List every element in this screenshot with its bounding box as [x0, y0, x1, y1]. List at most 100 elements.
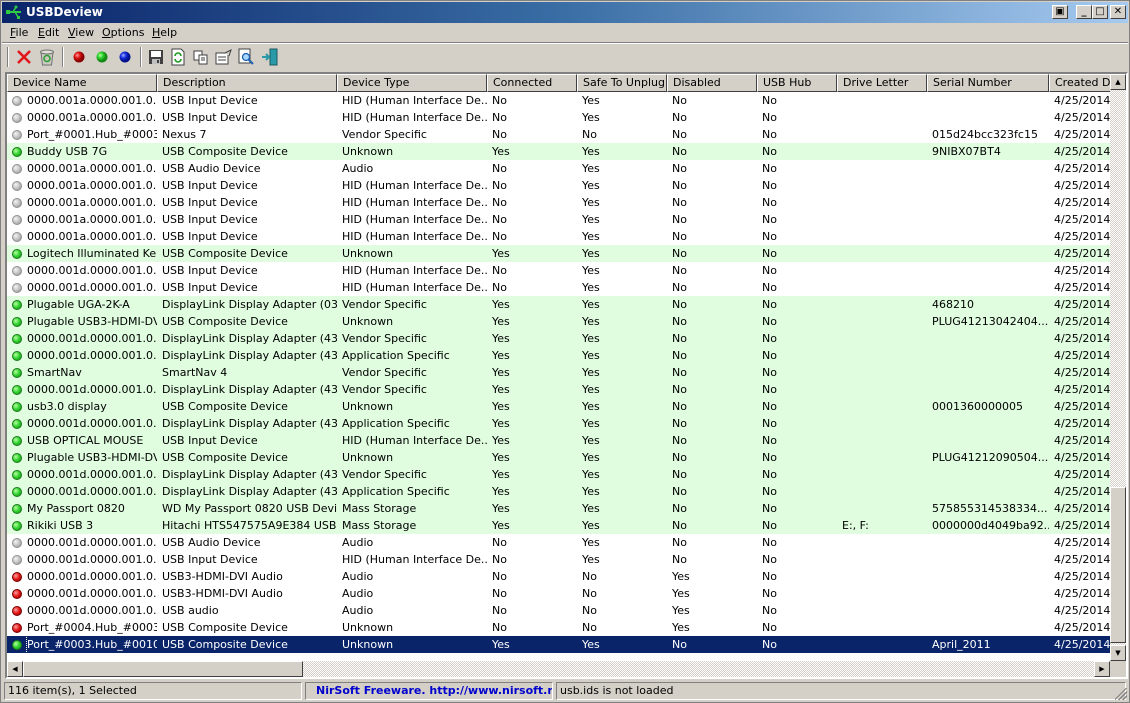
device-list[interactable]: Device Name Description Device Type Conn… — [5, 72, 1128, 679]
column-header-usb-hub[interactable]: USB Hub — [757, 74, 837, 92]
status-green-dot-icon — [12, 333, 22, 344]
table-row[interactable]: 0000.001a.0000.001.0... USB Input Device H… — [7, 228, 1110, 245]
table-row[interactable]: 0000.001a.0000.001.0... USB Input Device H… — [7, 211, 1110, 228]
table-row[interactable]: Port_#0001.Hub_#0003 Nexus 7 Vendor Specif… — [7, 126, 1110, 143]
table-row[interactable]: Logitech Illuminated Ke... USB Composite … — [7, 245, 1110, 262]
nirsoft-link[interactable]: NirSoft Freeware. http://www.nirsoft.net — [305, 682, 553, 700]
menu-help[interactable]: Help — [152, 26, 177, 39]
column-header-device-type[interactable]: Device Type — [337, 74, 487, 92]
table-row[interactable]: Plugable UGA-2K-A DisplayLink Display Ada… — [7, 296, 1110, 313]
cell-serial-number: 015d24bcc323fc15 — [932, 128, 1038, 141]
refresh-button[interactable] — [167, 46, 189, 68]
cell-safe-to-unplug: Yes — [582, 196, 600, 209]
table-row[interactable]: 0000.001a.0000.001.0... USB Input Device H… — [7, 109, 1110, 126]
menu-edit[interactable]: Edit — [38, 26, 59, 39]
disconnect-button[interactable] — [13, 46, 35, 68]
extra-window-button[interactable]: ▣ — [1052, 5, 1068, 19]
cell-drive-letter — [837, 228, 927, 245]
table-row[interactable]: usb3.0 display USB Composite Device Unknow… — [7, 398, 1110, 415]
exit-button[interactable] — [259, 46, 281, 68]
copy-button[interactable] — [190, 46, 212, 68]
cell-usb-hub: No — [762, 298, 777, 311]
cell-drive-letter — [837, 398, 927, 415]
table-row[interactable]: Plugable USB3-HDMI-DVI USB Composite Devi… — [7, 449, 1110, 466]
cell-created-date: 4/25/2014 3 — [1054, 247, 1110, 260]
close-button[interactable]: ✕ — [1110, 5, 1126, 19]
status-gray-dot-icon — [12, 537, 22, 548]
table-row[interactable]: Rikiki USB 3 Hitachi HTS547575A9E384 USB … — [7, 517, 1110, 534]
column-header-device-name[interactable]: Device Name — [7, 74, 157, 92]
cell-drive-letter — [837, 279, 927, 296]
cell-disabled: No — [672, 230, 687, 243]
column-header-description[interactable]: Description — [157, 74, 337, 92]
resize-grip-icon[interactable] — [1115, 688, 1127, 700]
table-row[interactable]: 0000.001d.0000.001.0... USB Input Device H… — [7, 551, 1110, 568]
table-row[interactable]: 0000.001d.0000.001.0... USB Input Device H… — [7, 279, 1110, 296]
toggle-devices-button[interactable] — [114, 46, 136, 68]
table-row[interactable]: 0000.001a.0000.001.0... USB Input Device H… — [7, 92, 1110, 109]
cell-safe-to-unplug: Yes — [582, 349, 600, 362]
status-green-dot-icon — [12, 452, 22, 463]
menu-help-label: elp — [160, 26, 178, 39]
status-green-dot-icon — [12, 146, 22, 157]
column-header-drive-letter[interactable]: Drive Letter — [837, 74, 927, 92]
properties-button[interactable] — [213, 46, 235, 68]
scroll-up-button[interactable]: ▲ — [1110, 74, 1126, 90]
column-header-connected[interactable]: Connected — [487, 74, 577, 92]
table-row[interactable]: 0000.001d.0000.001.0... USB3-HDMI-DVI Aud… — [7, 568, 1110, 585]
table-row[interactable]: 0000.001a.0000.001.0... USB Input Device H… — [7, 194, 1110, 211]
table-row[interactable]: Port_#0003.Hub_#0010 USB Composite Device… — [7, 636, 1110, 653]
window-title: USBDeview — [26, 5, 103, 19]
scroll-up-arrow-icon: ▲ — [1115, 78, 1121, 86]
table-row[interactable]: 0000.001d.0000.001.0... DisplayLink Displ… — [7, 347, 1110, 364]
save-button[interactable] — [145, 46, 167, 68]
horizontal-scrollbar[interactable]: ◀ ▶ — [7, 661, 1110, 677]
table-row[interactable]: 0000.001a.0000.001.0... USB Audio Device A… — [7, 160, 1110, 177]
table-row[interactable]: USB OPTICAL MOUSE USB Input Device HID (Hu… — [7, 432, 1110, 449]
cell-usb-hub: No — [762, 94, 777, 107]
scroll-right-button[interactable]: ▶ — [1094, 661, 1110, 677]
table-row[interactable]: 0000.001d.0000.001.0... USB Audio Device A… — [7, 534, 1110, 551]
table-row[interactable]: 0000.001d.0000.001.0... DisplayLink Displ… — [7, 330, 1110, 347]
cell-safe-to-unplug: Yes — [582, 383, 600, 396]
cell-safe-to-unplug: Yes — [582, 179, 600, 192]
column-header-safe-to-unplug[interactable]: Safe To Unplug — [577, 74, 667, 92]
menu-view[interactable]: View — [68, 26, 94, 39]
cell-safe-to-unplug: Yes — [582, 502, 600, 515]
cell-drive-letter — [837, 245, 927, 262]
table-row[interactable]: Plugable USB3-HDMI-DVI USB Composite Devi… — [7, 313, 1110, 330]
table-row[interactable]: Port_#0004.Hub_#0003 USB Composite Device… — [7, 619, 1110, 636]
column-header-disabled[interactable]: Disabled — [667, 74, 757, 92]
table-row[interactable]: 0000.001d.0000.001.0... DisplayLink Displ… — [7, 466, 1110, 483]
table-row[interactable]: 0000.001d.0000.001.0... USB audio Audio No N… — [7, 602, 1110, 619]
table-row[interactable]: 0000.001a.0000.001.0... USB Input Device H… — [7, 177, 1110, 194]
maximize-button[interactable]: □ — [1092, 5, 1108, 19]
table-row[interactable]: 0000.001d.0000.001.0... DisplayLink Displ… — [7, 483, 1110, 500]
minimize-button[interactable]: _ — [1076, 5, 1092, 19]
scroll-left-button[interactable]: ◀ — [7, 661, 23, 677]
cell-safe-to-unplug: Yes — [582, 485, 600, 498]
vertical-scroll-thumb[interactable] — [1110, 487, 1126, 643]
column-header-created-date[interactable]: Created Dat — [1049, 74, 1110, 92]
table-row[interactable]: SmartNav SmartNav 4 Vendor Specific Yes Yes N… — [7, 364, 1110, 381]
device-name-text: My Passport 0820 — [27, 502, 125, 515]
scroll-down-button[interactable]: ▼ — [1110, 645, 1126, 661]
close-icon: ✕ — [1113, 6, 1123, 17]
menu-options[interactable]: Options — [102, 26, 144, 39]
table-row[interactable]: 0000.001d.0000.001.0... DisplayLink Displ… — [7, 381, 1110, 398]
table-row[interactable]: My Passport 0820 WD My Passport 0820 USB … — [7, 500, 1110, 517]
vertical-scrollbar[interactable]: ▲ ▼ — [1110, 74, 1126, 661]
uninstall-button[interactable] — [36, 46, 58, 68]
disable-devices-button[interactable] — [68, 46, 90, 68]
column-header-serial-number[interactable]: Serial Number — [927, 74, 1049, 92]
enable-devices-button[interactable] — [91, 46, 113, 68]
table-row[interactable]: 0000.001d.0000.001.0... USB3-HDMI-DVI Aud… — [7, 585, 1110, 602]
table-row[interactable]: 0000.001d.0000.001.0... DisplayLink Displ… — [7, 415, 1110, 432]
table-row[interactable]: 0000.001d.0000.001.0... USB Input Device H… — [7, 262, 1110, 279]
horizontal-scroll-thumb[interactable] — [23, 661, 303, 677]
title-bar[interactable]: USBDeview ▣ _ □ ✕ — [2, 2, 1128, 23]
cell-safe-to-unplug: Yes — [582, 230, 600, 243]
table-row[interactable]: Buddy USB 7G USB Composite Device Unknown Y… — [7, 143, 1110, 160]
find-button[interactable] — [236, 46, 258, 68]
menu-file[interactable]: File — [10, 26, 28, 39]
